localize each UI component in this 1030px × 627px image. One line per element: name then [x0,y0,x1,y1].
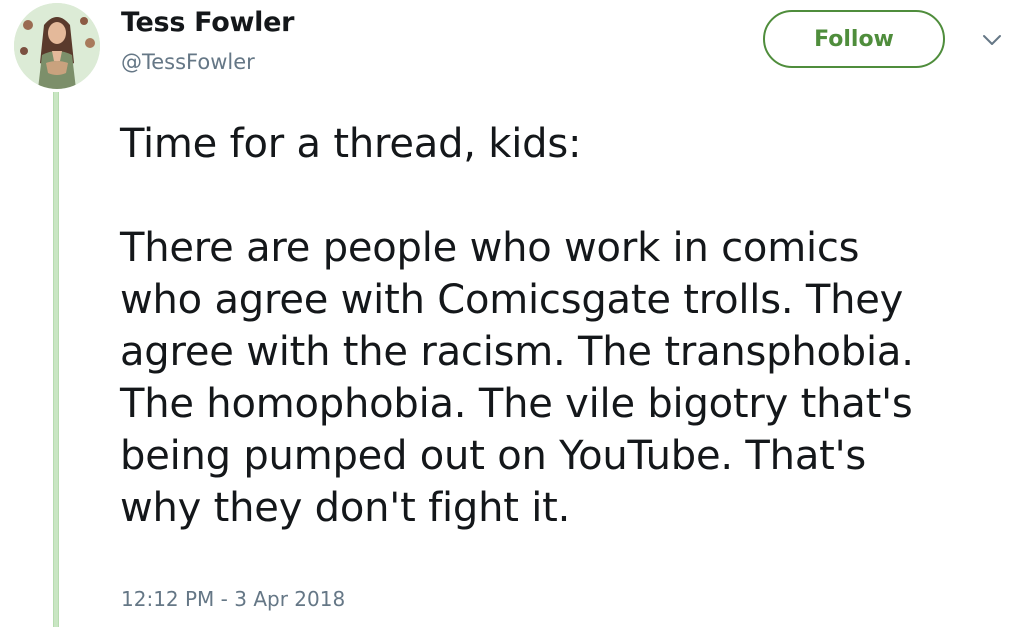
follow-button[interactable]: Follow [763,10,945,68]
tweet-text-paragraph: There are people who work in comics who … [120,225,914,531]
tweet-text-paragraph: Time for a thread, kids: [120,121,582,167]
author-avatar[interactable] [14,3,100,89]
tweet-text: Time for a thread, kids: There are peopl… [120,118,1020,534]
avatar-illustration-icon [14,3,100,89]
tweet-timestamp[interactable]: 12:12 PM - 3 Apr 2018 [121,587,345,611]
tweet-card: Tess Fowler @TessFowler Follow Time for … [0,0,1030,627]
author-display-name[interactable]: Tess Fowler [121,7,294,38]
thread-connector-line [53,92,59,627]
chevron-down-icon[interactable] [980,30,1004,50]
author-handle[interactable]: @TessFowler [121,50,255,74]
